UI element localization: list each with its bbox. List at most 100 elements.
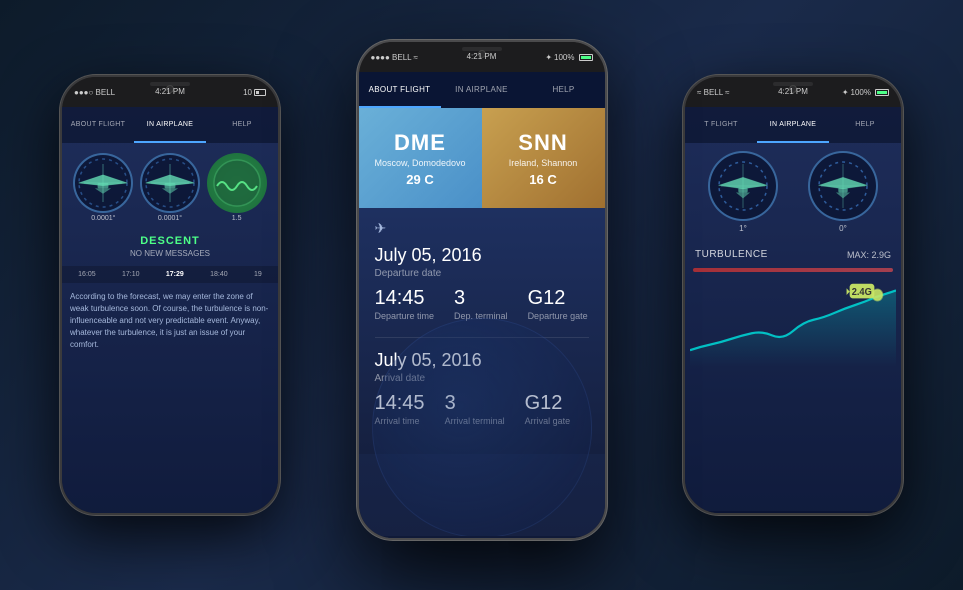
arrival-date: July 05, 2016 <box>375 350 589 371</box>
no-messages: NO NEW MESSAGES <box>67 249 273 258</box>
battery-left: 10 <box>243 88 266 97</box>
aircraft-gauges: 0.0001° <box>62 143 278 227</box>
status-bar-center: ●●●● BELL ≈ 4:21 PM ✦ 100% <box>359 42 605 72</box>
flight-details: ✈ July 05, 2016 Departure date 14:45 Dep… <box>359 208 605 454</box>
status-bar-right: ≈ BELL ≈ 4:21 PM ✦ 100% <box>685 77 901 107</box>
gauge-row-right: 1° <box>685 143 901 241</box>
tab-help-right[interactable]: HELP <box>829 107 901 143</box>
gauge-wave: 1.5 <box>207 153 267 222</box>
time-center: 4:21 PM <box>467 52 497 61</box>
departure-time-label: Departure time <box>375 311 435 321</box>
tab-flight-right[interactable]: T FLIGHT <box>685 107 757 143</box>
battery-center: ✦ 100% <box>545 53 592 62</box>
carrier-left: ●●●○ BELL <box>74 88 115 97</box>
time-1840[interactable]: 18:40 <box>210 271 228 278</box>
tab-about-flight-center[interactable]: ABOUT FLIGHT <box>359 72 441 108</box>
departure-gate-value: G12 <box>528 287 588 310</box>
airport-name-moscow: Moscow, Domodedovo <box>374 158 465 168</box>
departure-date: July 05, 2016 <box>375 245 589 266</box>
gauge-circle-1 <box>73 153 133 213</box>
plane-icon: ✈ <box>375 220 387 237</box>
tab-in-airplane-right[interactable]: IN AIRPLANE <box>757 107 829 143</box>
nav-tabs-center[interactable]: ABOUT FLIGHT IN AIRPLANE HELP <box>359 72 605 108</box>
time-1729[interactable]: 17:29 <box>166 271 184 278</box>
arrival-time-value: 14:45 <box>375 392 425 415</box>
arrival-gate-item: G12 Arrival gate <box>525 392 571 426</box>
departure-gate-item: G12 Departure gate <box>528 287 588 321</box>
time-19[interactable]: 19 <box>254 271 262 278</box>
departure-terminal-label: Dep. terminal <box>454 311 508 321</box>
time-left: 4:21 PM <box>155 87 185 96</box>
airport-code-snn: SNN <box>518 130 567 156</box>
turbulence-info: TURBULENCE <box>695 249 768 260</box>
tab-in-airplane-left[interactable]: IN AIRPLANE <box>134 107 206 143</box>
departure-date-row: July 05, 2016 Departure date 14:45 Depar… <box>375 245 589 321</box>
time-1710[interactable]: 17:10 <box>122 271 140 278</box>
descent-label: DESCENT <box>67 235 273 247</box>
screen-right: T FLIGHT IN AIRPLANE HELP <box>685 107 901 515</box>
turbulence-label: TURBULENCE <box>695 249 768 260</box>
tab-help-left[interactable]: HELP <box>206 107 278 143</box>
arrival-date-row: July 05, 2016 Arrival date 14:45 Arrival… <box>375 350 589 426</box>
gauge-circle-right-1 <box>708 151 778 221</box>
arrival-time-label: Arrival time <box>375 416 425 426</box>
weather-arrival: SNN Ireland, Shannon 16 C <box>482 108 605 208</box>
arrival-gate-label: Arrival gate <box>525 416 571 426</box>
tab-in-airplane-center[interactable]: IN AIRPLANE <box>441 72 523 108</box>
arrival-time-item: 14:45 Arrival time <box>375 392 425 426</box>
time-1605[interactable]: 16:05 <box>78 271 96 278</box>
phone-right: ≈ BELL ≈ 4:21 PM ✦ 100% T FLIGHT IN AIRP… <box>683 75 903 515</box>
phones-container: ●●●○ BELL 4:21 PM 10 ABOUT FLIGHT IN AIR… <box>0 0 963 590</box>
gauge-circle-right-2 <box>808 151 878 221</box>
chart-area: 2.4G <box>685 277 901 367</box>
gauge-value-3: 1.5 <box>232 215 242 222</box>
svg-text:2.4G: 2.4G <box>852 287 872 298</box>
gauge-roll: 0.0001° <box>140 153 200 222</box>
arrival-date-label: Arrival date <box>375 373 589 384</box>
departure-terminal-item: 3 Dep. terminal <box>454 287 508 321</box>
description-text: According to the forecast, we may enter … <box>62 283 278 359</box>
screen-center: ABOUT FLIGHT IN AIRPLANE HELP DME Moscow… <box>359 72 605 540</box>
descent-info: DESCENT NO NEW MESSAGES <box>62 227 278 266</box>
gauge-circle-2 <box>140 153 200 213</box>
nav-tabs-left[interactable]: ABOUT FLIGHT IN AIRPLANE HELP <box>62 107 278 143</box>
weather-departure: DME Moscow, Domodedovo 29 C <box>359 108 482 208</box>
departure-terminal-value: 3 <box>454 287 508 310</box>
departure-time-item: 14:45 Departure time <box>375 287 435 321</box>
gauge-right-1: 1° <box>708 151 778 233</box>
turbulence-header: TURBULENCE MAX: 2.9G <box>685 241 901 268</box>
airport-temp-dme: 29 C <box>406 172 433 187</box>
gauge-value-1: 0.0001° <box>91 215 115 222</box>
screen-left: ABOUT FLIGHT IN AIRPLANE HELP <box>62 107 278 515</box>
departure-gate-label: Departure gate <box>528 311 588 321</box>
gauge-value-2: 0.0001° <box>158 215 182 222</box>
gauge-val-right-2: 0° <box>839 224 847 233</box>
arrival-terminal-item: 3 Arrival terminal <box>445 392 505 426</box>
climb-bar-right[interactable]: CLIMB ⌃ <box>685 511 901 515</box>
arrival-terminal-label: Arrival terminal <box>445 416 505 426</box>
turbulence-max: MAX: 2.9G <box>847 250 891 260</box>
airport-temp-snn: 16 C <box>529 172 556 187</box>
gauge-val-right-1: 1° <box>739 224 747 233</box>
phone-center: ●●●● BELL ≈ 4:21 PM ✦ 100% ABOUT FLIGHT … <box>357 40 607 540</box>
nav-tabs-right[interactable]: T FLIGHT IN AIRPLANE HELP <box>685 107 901 143</box>
climb-bar-center[interactable]: CLIMB ⌃ <box>359 536 605 540</box>
battery-right: ✦ 100% <box>842 88 889 97</box>
status-bar-left: ●●●○ BELL 4:21 PM 10 <box>62 77 278 107</box>
airport-name-ireland: Ireland, Shannon <box>509 158 578 168</box>
departure-info-row: 14:45 Departure time 3 Dep. terminal G12… <box>375 287 589 321</box>
phone-left: ●●●○ BELL 4:21 PM 10 ABOUT FLIGHT IN AIR… <box>60 75 280 515</box>
gauge-right-2: 0° <box>808 151 878 233</box>
tab-about-flight-left[interactable]: ABOUT FLIGHT <box>62 107 134 143</box>
turbulence-bar <box>693 268 893 272</box>
plane-row: ✈ <box>375 220 589 237</box>
arrival-info-row: 14:45 Arrival time 3 Arrival terminal G1… <box>375 392 589 426</box>
departure-date-label: Departure date <box>375 268 589 279</box>
gauge-pitch: 0.0001° <box>73 153 133 222</box>
arrival-gate-value: G12 <box>525 392 571 415</box>
arrival-terminal-value: 3 <box>445 392 505 415</box>
tab-help-center[interactable]: HELP <box>523 72 605 108</box>
wave-gauge-circle <box>207 153 267 213</box>
time-right: 4:21 PM <box>778 87 808 96</box>
time-row[interactable]: 16:05 17:10 17:29 18:40 19 <box>62 266 278 283</box>
